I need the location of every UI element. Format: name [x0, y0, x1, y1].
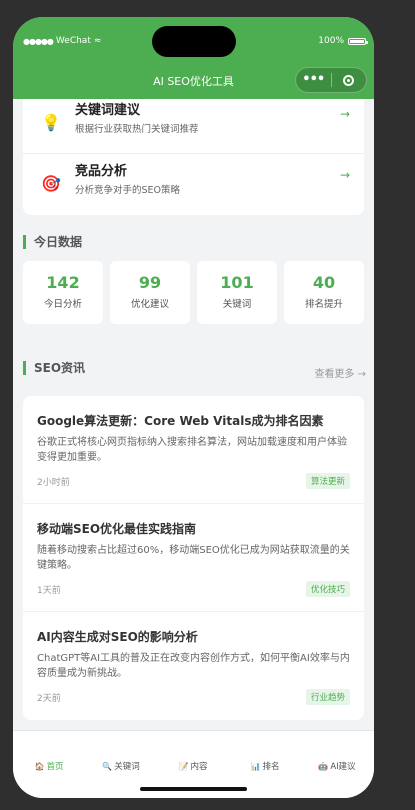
- news-summary: ChatGPT等AI工具的普及正在改变内容创作方式，如何平衡AI效率与内容质量成…: [37, 653, 350, 679]
- tab-label: 关键词: [114, 762, 140, 772]
- news-tag: 优化技巧: [305, 581, 350, 597]
- feature-card: 💡 关键词建议 根据行业获取热门关键词推荐 → 🎯 竞品分析 分析竞争对手的SE…: [23, 99, 364, 215]
- stat-value: 142: [46, 273, 80, 292]
- arrow-right-icon: →: [339, 168, 350, 182]
- stat-card-suggestions: 99 优化建议: [110, 261, 190, 324]
- news-summary: 随着移动搜索占比超过60%，移动端SEO优化已成为网站获取流量的关键策略。: [37, 545, 350, 571]
- tab-label: 首页: [46, 762, 64, 772]
- dynamic-island: [152, 26, 236, 57]
- tab-label: 内容: [190, 762, 208, 772]
- navigation-bar: AI SEO优化工具 •••: [13, 64, 374, 99]
- target-icon: 🎯: [41, 174, 61, 193]
- stat-value: 40: [312, 273, 336, 292]
- tab-content[interactable]: 📝 内容: [157, 760, 229, 772]
- news-title: 移动端SEO优化最佳实践指南: [37, 522, 197, 536]
- arrow-right-icon: →: [339, 107, 350, 121]
- close-mini-program-button[interactable]: [331, 74, 366, 86]
- news-item[interactable]: AI内容生成对SEO的影响分析 ChatGPT等AI工具的普及正在改变内容创作方…: [23, 612, 364, 720]
- section-title-today-data: 今日数据: [23, 235, 82, 249]
- battery-icon: [348, 37, 368, 45]
- news-title: AI内容生成对SEO的影响分析: [37, 630, 198, 644]
- news-item[interactable]: Google算法更新：Core Web Vitals成为排名因素 谷歌正式将核心…: [23, 396, 364, 504]
- stat-label: 优化建议: [130, 299, 169, 310]
- stat-card-keywords: 101 关键词: [197, 261, 277, 324]
- tab-home[interactable]: 🏠 首页: [13, 760, 85, 772]
- tab-label: 排名: [262, 762, 280, 772]
- status-left: ●●●●● WeChat ≈: [23, 36, 101, 46]
- home-icon: 🏠: [34, 762, 45, 771]
- bar-chart-icon: 📊: [250, 762, 261, 771]
- status-right: 100%: [318, 36, 368, 46]
- robot-icon: 🤖: [318, 762, 329, 771]
- feature-description: 根据行业获取热门关键词推荐: [75, 124, 199, 135]
- view-more-link[interactable]: 查看更多 →: [314, 365, 366, 380]
- stat-value: 101: [220, 273, 254, 292]
- stat-card-analysis: 142 今日分析: [23, 261, 103, 324]
- tab-ai-suggestions[interactable]: 🤖 AI建议: [301, 760, 373, 772]
- news-time: 2天前: [37, 694, 61, 704]
- status-bar: ●●●●● WeChat ≈ 100%: [13, 17, 374, 64]
- wifi-icon: ≈: [93, 36, 102, 46]
- more-menu-button[interactable]: •••: [296, 68, 331, 92]
- tab-keywords[interactable]: 🔍 关键词: [85, 760, 157, 772]
- stat-label: 排名提升: [304, 299, 343, 310]
- news-summary: 谷歌正式将核心网页指标纳入搜索排名算法，网站加载速度和用户体验变得更加重要。: [37, 437, 347, 463]
- stat-label: 今日分析: [43, 299, 82, 310]
- home-indicator[interactable]: [140, 787, 247, 791]
- battery-percent: 100%: [318, 36, 344, 46]
- lightbulb-icon: 💡: [41, 113, 61, 132]
- news-time: 2小时前: [37, 478, 70, 488]
- tab-label: AI建议: [330, 762, 356, 772]
- memo-icon: 📝: [178, 762, 189, 771]
- news-tag: 算法更新: [305, 473, 350, 489]
- signal-icon: ●●●●●: [23, 36, 54, 46]
- stat-card-ranking: 40 排名提升: [284, 261, 364, 324]
- mini-program-capsule: •••: [295, 67, 367, 93]
- news-item[interactable]: 移动端SEO优化最佳实践指南 随着移动搜索占比超过60%，移动端SEO优化已成为…: [23, 504, 364, 612]
- carrier-label: WeChat: [55, 36, 91, 46]
- section-title-seo-news: SEO资讯: [23, 361, 85, 375]
- feature-title: 竞品分析: [75, 164, 128, 179]
- stat-label: 关键词: [222, 299, 252, 310]
- news-title: Google算法更新：Core Web Vitals成为排名因素: [37, 414, 324, 428]
- search-icon: 🔍: [102, 762, 113, 771]
- feature-description: 分析竞争对手的SEO策略: [75, 185, 181, 196]
- feature-keyword-suggestions[interactable]: 💡 关键词建议 根据行业获取热门关键词推荐 →: [23, 99, 364, 154]
- news-time: 1天前: [37, 586, 61, 596]
- target-circle-icon: [343, 74, 355, 86]
- news-list: Google算法更新：Core Web Vitals成为排名因素 谷歌正式将核心…: [23, 396, 364, 720]
- tab-ranking[interactable]: 📊 排名: [229, 760, 301, 772]
- news-tag: 行业趋势: [305, 689, 350, 705]
- main-content[interactable]: 💡 关键词建议 根据行业获取热门关键词推荐 → 🎯 竞品分析 分析竞争对手的SE…: [13, 99, 374, 732]
- stat-value: 99: [138, 273, 162, 292]
- phone-screen: ●●●●● WeChat ≈ 100% AI SEO优化工具 ••• 💡 关键词…: [13, 17, 374, 798]
- feature-competitor-analysis[interactable]: 🎯 竞品分析 分析竞争对手的SEO策略 →: [23, 154, 364, 214]
- feature-title: 关键词建议: [75, 103, 141, 118]
